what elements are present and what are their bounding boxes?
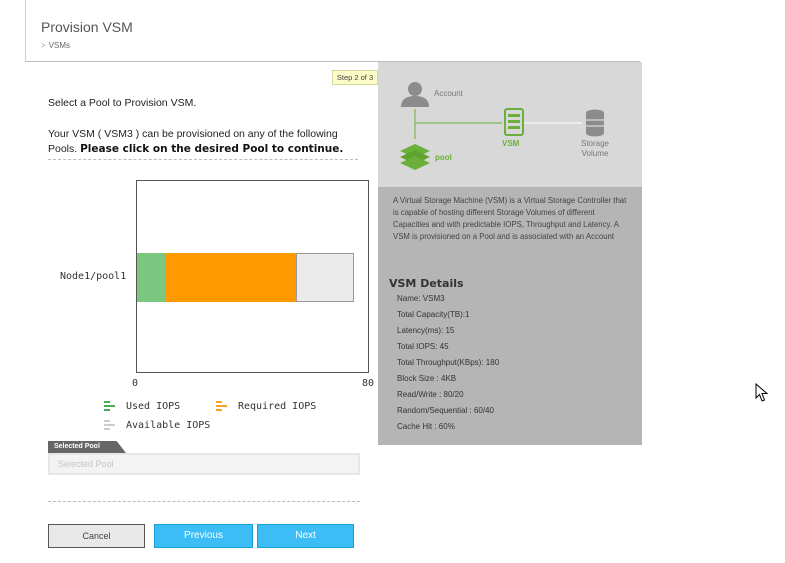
legend-used-icon	[104, 401, 118, 412]
pool-icon	[400, 144, 430, 170]
detail-line: Random/Sequential : 60/40	[397, 406, 494, 415]
legend-used-iops: Used IOPS	[104, 401, 180, 412]
x-tick-label-min: 0	[132, 378, 139, 389]
account-icon	[401, 82, 429, 107]
x-tick-label-max: 80	[362, 378, 375, 389]
vsm-details-title: VSM Details	[389, 277, 464, 290]
vsm-icon	[504, 108, 524, 136]
chevron-right-icon: >	[41, 41, 46, 50]
divider	[48, 501, 360, 502]
divider	[48, 159, 358, 160]
detail-line: Total IOPS: 45	[397, 342, 449, 351]
legend-used-label: Used IOPS	[126, 401, 181, 412]
diagram-account-label: Account	[434, 89, 463, 98]
detail-line: Cache Hit : 60%	[397, 422, 455, 431]
intro-bold-text: Please click on the desired Pool to cont…	[80, 143, 344, 155]
mouse-cursor-icon	[755, 383, 769, 402]
intro-text: Select a Pool to Provision VSM.	[48, 97, 197, 109]
detail-line: Total Throughput(KBps): 180	[397, 358, 500, 367]
connector-lines	[414, 109, 582, 139]
vsm-diagram-panel: Account pool VSM Storage Volume	[378, 62, 642, 187]
detail-line: Total Capacity(TB):1	[397, 310, 470, 319]
pool-iops-chart	[136, 180, 369, 373]
legend-required-iops: Required IOPS	[216, 401, 316, 412]
pool-category-label[interactable]: Node1/pool1	[60, 271, 126, 282]
legend-available-label: Available IOPS	[126, 420, 211, 431]
provision-vsm-page: Provision VSM > VSMs Step 2 of 3 Select a…	[0, 0, 785, 563]
page-header: Provision VSM > VSMs	[25, 0, 640, 62]
vsm-diagram	[400, 82, 604, 170]
diagram-pool-label: pool	[435, 153, 452, 162]
bar-available-iops[interactable]	[295, 253, 354, 302]
breadcrumb: > VSMs	[41, 41, 70, 50]
selected-pool-tab: Selected Pool	[48, 441, 126, 453]
storage-volume-icon	[586, 109, 604, 137]
detail-line: Name: VSM3	[397, 294, 445, 303]
previous-button[interactable]: Previous	[154, 524, 253, 548]
bar-used-iops[interactable]	[137, 253, 166, 302]
detail-line: Block Size : 4KB	[397, 374, 457, 383]
vsm-description: A Virtual Storage Machine (VSM) is a Vir…	[393, 196, 627, 241]
intro-instructions: Your VSM ( VSM3 ) can be provisioned on …	[48, 127, 363, 157]
detail-line: Latency(ms): 15	[397, 326, 455, 335]
bar-required-iops[interactable]	[165, 253, 296, 302]
breadcrumb-vsms[interactable]: VSMs	[49, 41, 70, 50]
legend-required-icon	[216, 401, 230, 412]
detail-line: Read/Write : 80/20	[397, 390, 464, 399]
diagram-vsm-label: VSM	[502, 139, 520, 148]
legend-available-icon	[104, 420, 118, 431]
page-title: Provision VSM	[41, 19, 133, 35]
legend-required-label: Required IOPS	[238, 401, 317, 412]
step-indicator: Step 2 of 3	[332, 70, 378, 85]
selected-pool-field[interactable]: Selected Pool	[48, 453, 360, 475]
next-button[interactable]: Next	[257, 524, 354, 548]
cancel-button[interactable]: Cancel	[48, 524, 145, 548]
diagram-storage-label: Storage Volume	[580, 139, 610, 158]
legend-available-iops: Available IOPS	[104, 420, 210, 431]
selected-pool-placeholder: Selected Pool	[58, 459, 114, 469]
